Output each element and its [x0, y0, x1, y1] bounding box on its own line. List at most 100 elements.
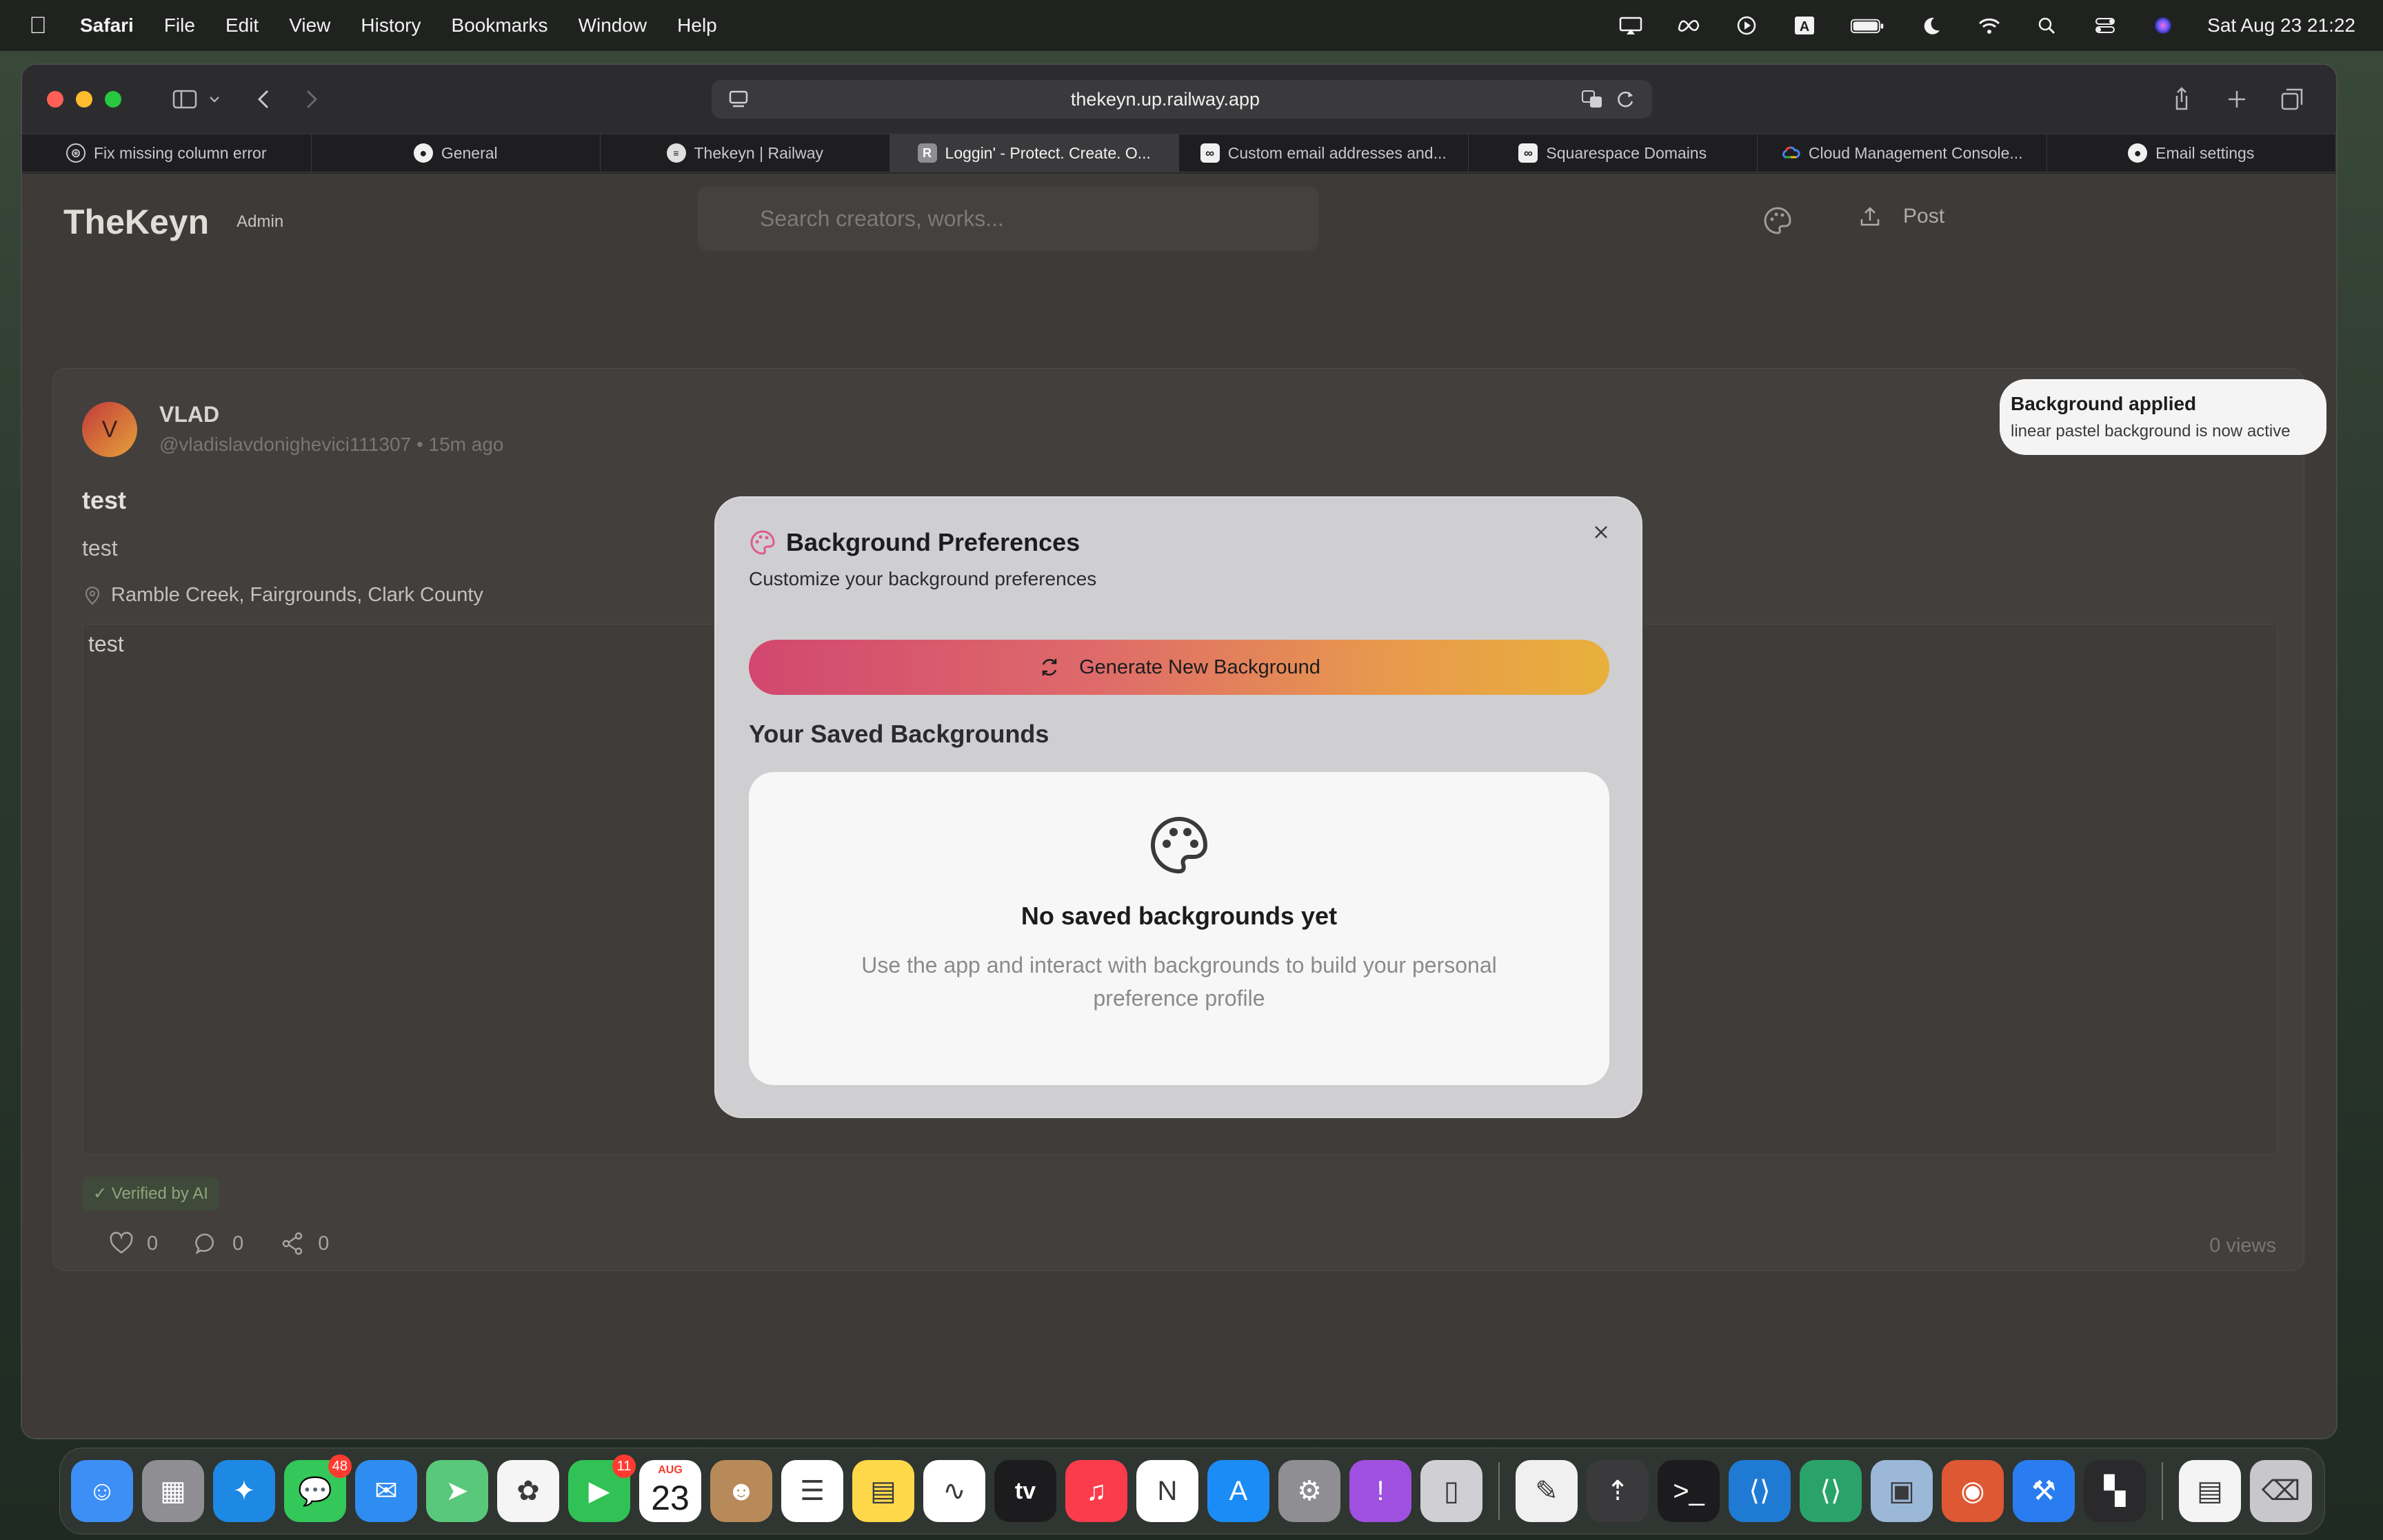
document-icon[interactable]: ▤ [2179, 1460, 2241, 1522]
wifi-icon[interactable] [1975, 15, 2003, 36]
play-icon[interactable] [1733, 15, 1760, 36]
preview-icon[interactable]: ▣ [1871, 1460, 1933, 1522]
maps-icon[interactable]: ➤ [426, 1460, 488, 1522]
new-tab-plus-icon[interactable] [2218, 80, 2256, 119]
svg-text:A: A [1800, 19, 1809, 34]
tab-thekeyn-railway[interactable]: ≡ Thekeyn | Railway [601, 134, 890, 172]
like-button[interactable]: 0 [108, 1230, 158, 1257]
system-settings-icon[interactable]: ⚙ [1278, 1460, 1340, 1522]
post-media-text: test [88, 631, 124, 656]
menu-bar-clock[interactable]: Sat Aug 23 21:22 [2207, 14, 2355, 37]
vscode-icon[interactable]: ⟨⟩ [1729, 1460, 1791, 1522]
menu-window[interactable]: Window [579, 14, 647, 37]
site-logo[interactable]: TheKeyn [63, 202, 209, 242]
calendar-icon[interactable]: AUG 23 [639, 1460, 701, 1522]
comment-button[interactable]: 0 [194, 1230, 243, 1257]
post-button[interactable]: Post [1858, 204, 1944, 229]
launchpad-icon[interactable]: ▦ [142, 1460, 204, 1522]
messages-icon[interactable]: 💬 48 [284, 1455, 352, 1522]
iphone-mirroring-icon[interactable]: ▯ [1420, 1460, 1482, 1522]
app-store-icon[interactable]: A [1207, 1460, 1269, 1522]
control-center-icon[interactable] [2091, 15, 2119, 36]
tab-group-chevron-down-icon[interactable] [204, 80, 225, 119]
freeform-icon[interactable]: ∿ [923, 1460, 985, 1522]
menu-file[interactable]: File [164, 14, 195, 37]
dock: ☺ ▦ ✦ 💬 48 ✉ ➤ ✿ ▶ 11 AUG 23 ☻ ☰ ▤ ∿ tv ♫ N A ⚙! ▯ ✎ ⇡ >_ ⟨⟩ ⟨⟩ ▣ ◉ ⚒… [59, 1448, 2325, 1534]
menu-help[interactable]: Help [677, 14, 717, 37]
calendar-month: AUG [658, 1464, 683, 1476]
tab-label: Squarespace Domains [1546, 143, 1707, 162]
textedit-icon[interactable]: ✎ [1516, 1460, 1578, 1522]
meta-icon[interactable] [1675, 15, 1702, 36]
zoom-window-button[interactable] [105, 91, 121, 108]
menu-bar:  Safari File Edit View History Bookmark… [0, 0, 2383, 51]
tab-cloud-console[interactable]: Cloud Management Console... [1758, 134, 2047, 172]
close-window-button[interactable] [47, 91, 63, 108]
search-placeholder: Search creators, works... [760, 205, 1004, 231]
duckduckgo-icon[interactable]: ◉ [1942, 1460, 2004, 1522]
xcode-icon[interactable]: ⚒ [2013, 1460, 2075, 1522]
facetime-icon[interactable]: ▶ 11 [568, 1455, 636, 1522]
battery-icon[interactable] [1849, 15, 1887, 36]
menu-view[interactable]: View [289, 14, 330, 37]
terminal-icon[interactable]: >_ [1658, 1460, 1720, 1522]
location-pin-icon [85, 586, 100, 605]
url-text[interactable]: thekeyn.up.railway.app [750, 89, 1580, 110]
vscode-insiders-icon[interactable]: ⟨⟩ [1800, 1460, 1862, 1522]
author-name[interactable]: VLAD [159, 402, 219, 427]
tab-fix-missing-column[interactable]: ⊛ Fix missing column error [22, 134, 312, 172]
menu-history[interactable]: History [361, 14, 421, 37]
avatar[interactable]: V [82, 402, 137, 457]
siri-icon[interactable] [2149, 15, 2177, 36]
r-icon: R [917, 143, 937, 163]
menu-bookmarks[interactable]: Bookmarks [452, 14, 548, 37]
safari-icon[interactable]: ✦ [213, 1460, 275, 1522]
tab-email-settings[interactable]: ● Email settings [2047, 134, 2336, 172]
cast-icon[interactable] [1617, 15, 1645, 36]
forward-chevron-icon[interactable] [291, 80, 330, 119]
news-icon[interactable]: N [1136, 1460, 1198, 1522]
share-icon[interactable] [2162, 80, 2201, 119]
sidebar-toggle-icon[interactable] [165, 80, 204, 119]
tableplus-icon[interactable]: ▚ [2084, 1460, 2146, 1522]
tab-loggin[interactable]: R Loggin' - Protect. Create. O... [889, 134, 1179, 172]
tab-custom-email[interactable]: ∞ Custom email addresses and... [1179, 134, 1469, 172]
tab-overview-icon[interactable] [2273, 80, 2311, 119]
music-icon[interactable]: ♫ [1065, 1460, 1127, 1522]
contacts-icon[interactable]: ☻ [710, 1460, 772, 1522]
admin-badge[interactable]: Admin [237, 212, 283, 232]
back-chevron-icon[interactable] [245, 80, 284, 119]
reminders-icon[interactable]: ☰ [781, 1460, 843, 1522]
feedback-icon[interactable]: ! [1349, 1460, 1411, 1522]
trash-icon[interactable]: ⌫ [2250, 1460, 2312, 1522]
photos-icon[interactable]: ✿ [497, 1460, 559, 1522]
toast-notification[interactable]: Background applied linear pastel backgro… [2000, 379, 2326, 455]
input-source-icon[interactable]: A [1791, 15, 1818, 36]
apple-tv-icon[interactable]: tv [994, 1460, 1056, 1522]
share-button[interactable]: 0 [279, 1230, 329, 1257]
calendar-day: 23 [651, 1479, 690, 1517]
browser-toolbar: thekeyn.up.railway.app [22, 65, 2336, 134]
spotlight-search-icon[interactable] [2033, 15, 2061, 36]
focus-moon-icon[interactable] [1918, 15, 1945, 36]
menu-edit[interactable]: Edit [225, 14, 259, 37]
palette-icon[interactable] [1761, 204, 1794, 237]
mail-icon[interactable]: ✉ [355, 1460, 417, 1522]
finder-icon[interactable]: ☺ [71, 1460, 133, 1522]
site-search-input[interactable]: Search creators, works... [698, 186, 1318, 251]
tab-squarespace-domains[interactable]: ∞ Squarespace Domains [1469, 134, 1758, 172]
generate-button-label: Generate New Background [1079, 656, 1320, 678]
tab-general[interactable]: ● General [312, 134, 601, 172]
menu-app-name[interactable]: Safari [80, 14, 134, 37]
notes-icon[interactable]: ▤ [852, 1460, 914, 1522]
translate-icon[interactable] [1580, 88, 1604, 111]
rocket-icon[interactable]: ⇡ [1587, 1460, 1649, 1522]
apple-menu-icon[interactable]:  [28, 12, 48, 39]
generate-new-background-button[interactable]: Generate New Background [749, 640, 1609, 695]
close-icon[interactable] [1589, 520, 1613, 545]
address-bar[interactable]: thekeyn.up.railway.app [712, 80, 1652, 119]
minimize-window-button[interactable] [76, 91, 92, 108]
toast-description: linear pastel background is now active [2011, 422, 2291, 440]
reload-icon[interactable] [1613, 88, 1637, 111]
page-menu-icon[interactable] [727, 88, 750, 111]
